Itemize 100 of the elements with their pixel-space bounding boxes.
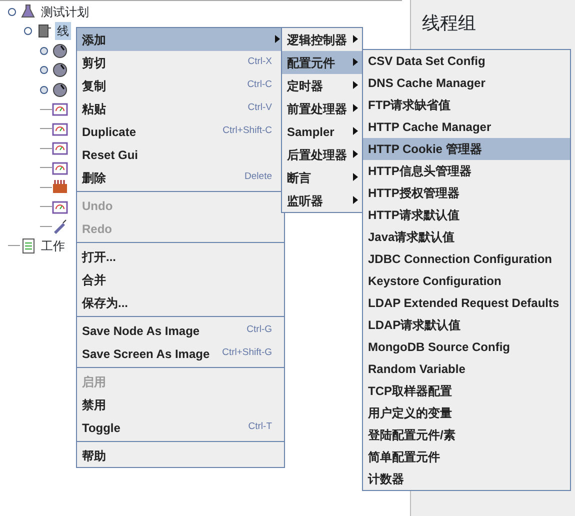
- menu-item[interactable]: 添加: [77, 28, 284, 51]
- shortcut-label: Ctrl+Shift-G: [222, 346, 273, 360]
- shortcut-label: Delete: [244, 170, 273, 184]
- menu-label: 帮助: [82, 448, 106, 464]
- menu-label: Toggle: [82, 420, 120, 436]
- menu-label: 保存为...: [82, 294, 128, 312]
- menu-item[interactable]: HTTP请求默认值: [363, 204, 570, 226]
- menu-label: Save Node As Image: [82, 322, 200, 340]
- menu-label: 剪切: [82, 54, 106, 72]
- gauge-icon: [52, 160, 68, 176]
- menu-label: 登陆配置元件/素: [368, 427, 456, 444]
- menu-label: 简单配置元件: [368, 449, 440, 466]
- menu-item[interactable]: LDAP Extended Request Defaults: [363, 292, 570, 314]
- menu-label: 复制: [82, 78, 106, 94]
- menu-label: Redo: [82, 220, 112, 238]
- tree-item[interactable]: 线: [55, 22, 71, 40]
- menu-item[interactable]: 简单配置元件: [363, 446, 570, 468]
- menu-label: 禁用: [82, 396, 106, 414]
- tree-toggle[interactable]: [8, 8, 16, 16]
- shortcut-label: Ctrl-T: [248, 420, 273, 434]
- menu-item[interactable]: 复制 Ctrl-C: [77, 74, 284, 97]
- menu-item[interactable]: CSV Data Set Config: [363, 50, 570, 72]
- menu-label: TCP取样器配置: [368, 383, 452, 400]
- menu-item[interactable]: 用户定义的变量: [363, 402, 570, 424]
- menu-item[interactable]: 打开...: [77, 245, 284, 268]
- menu-label: Save Screen As Image: [82, 346, 210, 362]
- menu-label: 粘贴: [82, 100, 106, 118]
- menu-item[interactable]: Keystore Configuration: [363, 270, 570, 292]
- menu-label: Reset Gui: [82, 146, 138, 164]
- menu-label: 用户定义的变量: [368, 405, 452, 422]
- menu-item[interactable]: 后置处理器: [282, 143, 362, 166]
- menu-label: 删除: [82, 170, 106, 186]
- menu-item[interactable]: 逻辑控制器: [282, 28, 362, 51]
- menu-item[interactable]: 定时器: [282, 74, 362, 97]
- menu-item[interactable]: MongoDB Source Config: [363, 336, 570, 358]
- menu-label: JDBC Connection Configuration: [368, 251, 552, 268]
- menu-item[interactable]: 监听器: [282, 189, 362, 212]
- menu-label: 前置处理器: [287, 100, 347, 118]
- menu-item[interactable]: 删除 Delete: [77, 166, 284, 189]
- tree-item[interactable]: 测试计划: [39, 2, 91, 21]
- menu-item[interactable]: TCP取样器配置: [363, 380, 570, 402]
- controller-icon: [52, 42, 68, 59]
- shortcut-label: Ctrl-C: [247, 78, 273, 92]
- menu-label: 启用: [82, 374, 106, 390]
- flask-icon: [20, 4, 36, 20]
- menu-item[interactable]: HTTP Cookie 管理器: [363, 138, 570, 160]
- menu-item[interactable]: 禁用: [77, 393, 284, 416]
- menu-label: HTTP Cache Manager: [368, 119, 492, 136]
- menu-label: Duplicate: [82, 124, 136, 140]
- clipboard-icon: [20, 238, 36, 254]
- tree-toggle[interactable]: [40, 66, 48, 74]
- menu-item[interactable]: 断言: [282, 166, 362, 189]
- menu-label: CSV Data Set Config: [368, 53, 486, 70]
- panel-title: 线程组: [421, 12, 476, 35]
- menu-label: 合并: [82, 272, 106, 288]
- controller-icon: [52, 62, 68, 78]
- menu-label: LDAP请求默认值: [368, 317, 461, 334]
- menu-item[interactable]: Reset Gui: [77, 143, 284, 166]
- tree-toggle[interactable]: [40, 86, 48, 94]
- tree-item[interactable]: 工作: [39, 236, 67, 255]
- menu-item[interactable]: Duplicate Ctrl+Shift-C: [77, 120, 284, 143]
- menu-label: 打开...: [82, 248, 116, 266]
- menu-item[interactable]: 配置元件: [282, 51, 362, 74]
- menu-label: 断言: [287, 170, 311, 186]
- tree-toggle[interactable]: [24, 27, 32, 36]
- menu-item[interactable]: 计数器: [363, 468, 570, 490]
- menu-item[interactable]: 前置处理器: [282, 97, 362, 120]
- menu-item[interactable]: 保存为...: [77, 291, 284, 314]
- spool-icon: [36, 23, 52, 40]
- menu-item[interactable]: DNS Cache Manager: [363, 72, 570, 94]
- menu-item[interactable]: Toggle Ctrl-T: [77, 416, 284, 439]
- menu-item[interactable]: Save Node As Image Ctrl-G: [77, 319, 284, 342]
- menu-item[interactable]: Save Screen As Image Ctrl+Shift-G: [77, 342, 284, 365]
- menu-item[interactable]: HTTP授权管理器: [363, 182, 570, 204]
- menu-label: 逻辑控制器: [287, 32, 347, 48]
- menu-item[interactable]: 登陆配置元件/素: [363, 424, 570, 446]
- gauge-icon: [52, 198, 68, 215]
- menu-item[interactable]: 帮助: [77, 444, 284, 467]
- menu-item[interactable]: HTTP Cache Manager: [363, 116, 570, 138]
- menu-item[interactable]: JDBC Connection Configuration: [363, 248, 570, 270]
- menu-item[interactable]: 合并: [77, 268, 284, 291]
- controller-icon: [52, 82, 68, 98]
- menu-label: HTTP请求默认值: [368, 207, 460, 224]
- menu-label: Keystore Configuration: [368, 273, 502, 290]
- menu-item[interactable]: Sampler: [282, 120, 362, 143]
- menu-item[interactable]: LDAP请求默认值: [363, 314, 570, 336]
- menu-item[interactable]: HTTP信息头管理器: [363, 160, 570, 182]
- menu-label: 监听器: [287, 192, 323, 210]
- menu-item[interactable]: FTP请求缺省值: [363, 94, 570, 116]
- menu-label: HTTP信息头管理器: [368, 163, 472, 180]
- menu-label: 后置处理器: [287, 146, 347, 164]
- menu-label: Undo: [82, 198, 113, 214]
- menu-item[interactable]: 剪切 Ctrl-X: [77, 51, 284, 74]
- menu-label: LDAP Extended Request Defaults: [368, 295, 560, 312]
- menu-label: 计数器: [368, 471, 404, 488]
- menu-label: HTTP授权管理器: [368, 185, 460, 202]
- menu-item[interactable]: Java请求默认值: [363, 226, 570, 248]
- menu-item[interactable]: 粘贴 Ctrl-V: [77, 97, 284, 120]
- menu-item[interactable]: Random Variable: [363, 358, 570, 380]
- tree-toggle[interactable]: [40, 46, 48, 55]
